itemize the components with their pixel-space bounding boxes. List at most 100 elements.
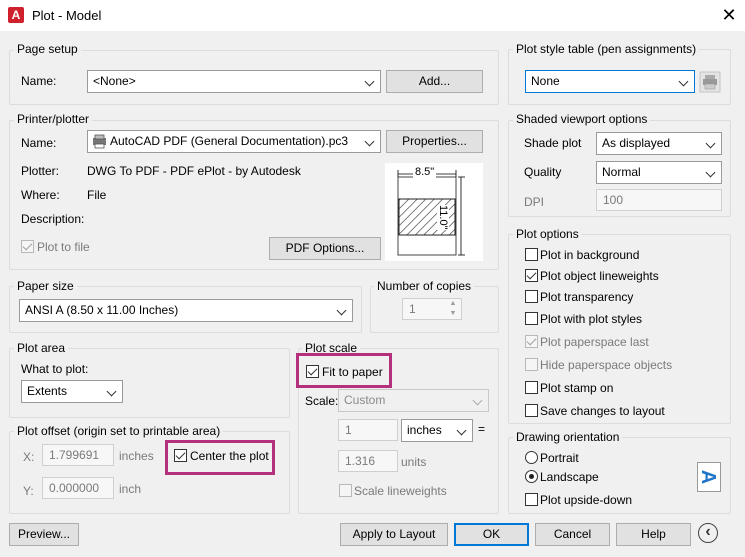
spin-up-icon[interactable]: ▲ (446, 299, 460, 309)
plot-stamp-checkbox[interactable] (525, 381, 538, 394)
apply-to-layout-button[interactable]: Apply to Layout (340, 523, 448, 546)
plot-with-styles-label: Plot with plot styles (540, 312, 643, 326)
scale-units-field[interactable]: 1.316 (338, 450, 398, 472)
plot-options-label: Plot options (513, 227, 582, 241)
properties-button[interactable]: Properties... (386, 130, 483, 153)
chevron-down-icon (106, 381, 118, 402)
cancel-button[interactable]: Cancel (535, 523, 610, 546)
plot-transparency-checkbox[interactable] (525, 290, 538, 303)
help-button[interactable]: Help (616, 523, 691, 546)
plot-paperspace-last-label: Plot paperspace last (540, 335, 649, 349)
plotter-value: DWG To PDF - PDF ePlot - by Autodesk (87, 164, 301, 178)
save-changes-checkbox[interactable] (525, 404, 538, 417)
plot-in-background-label: Plot in background (540, 248, 640, 262)
preview-button[interactable]: Preview... (9, 523, 79, 546)
scale-units-label: units (401, 455, 427, 469)
chevron-down-icon (456, 420, 468, 441)
quality-value: Normal (602, 165, 641, 179)
chevron-down-icon (364, 71, 376, 92)
scale-lineweights-checkbox[interactable] (339, 484, 352, 497)
orientation-preview-icon: A (697, 462, 721, 492)
dpi-label: DPI (524, 195, 545, 209)
hide-paperspace-objects-checkbox[interactable] (525, 358, 538, 371)
upside-down-checkbox[interactable] (525, 493, 538, 506)
offset-x-unit: inches (119, 449, 154, 463)
plot-stamp-label: Plot stamp on (540, 381, 614, 395)
quality-dropdown[interactable]: Normal (596, 161, 722, 184)
ok-button[interactable]: OK (454, 523, 529, 546)
scale-inches-field[interactable]: 1 (338, 419, 398, 441)
offset-y-value: 0.000000 (49, 481, 100, 495)
plot-in-background-checkbox[interactable] (525, 248, 538, 261)
chevron-down-icon (678, 71, 690, 92)
chevron-down-icon (364, 131, 376, 152)
offset-x-label: X: (23, 450, 35, 464)
plot-style-dropdown[interactable]: None (525, 70, 695, 93)
portrait-label: Portrait (540, 451, 579, 465)
plot-object-lineweights-checkbox[interactable] (525, 269, 538, 282)
scale-value: Custom (344, 393, 386, 407)
shade-plot-label: Shade plot (524, 136, 582, 150)
save-changes-label: Save changes to layout (540, 404, 665, 418)
close-icon[interactable]: ✕ (718, 4, 740, 26)
paper-size-value: ANSI A (8.50 x 11.00 Inches) (25, 303, 179, 317)
fit-to-paper-checkbox[interactable] (306, 365, 319, 378)
plot-to-file-checkbox[interactable] (21, 240, 34, 253)
title-bar (0, 0, 745, 31)
spin-down-icon[interactable]: ▼ (446, 309, 460, 319)
orientation-label: Drawing orientation (513, 430, 623, 444)
offset-x-field[interactable]: 1.799691 (42, 444, 114, 466)
copies-label: Number of copies (374, 279, 475, 293)
scale-unit-value: inches (407, 423, 442, 437)
paper-size-label: Paper size (14, 279, 77, 293)
shade-plot-dropdown[interactable]: As displayed (596, 132, 722, 155)
plot-offset-label: Plot offset (origin set to printable are… (14, 424, 224, 438)
fit-to-paper-label: Fit to paper (322, 365, 383, 379)
landscape-label: Landscape (540, 470, 599, 484)
plot-to-file-label: Plot to file (37, 240, 90, 254)
plot-with-styles-checkbox[interactable] (525, 312, 538, 325)
orientation-letter: A (697, 469, 720, 485)
what-to-plot-dropdown[interactable]: Extents (21, 380, 123, 403)
center-plot-checkbox[interactable] (174, 449, 187, 462)
chevron-down-icon (472, 390, 484, 411)
page-setup-label: Page setup (14, 42, 81, 56)
offset-y-unit: inch (119, 482, 142, 496)
scale-dropdown[interactable]: Custom (338, 389, 489, 412)
collapse-options-icon[interactable]: ‹ (698, 523, 718, 543)
dpi-field[interactable]: 100 (596, 189, 722, 211)
copies-value: 1 (409, 302, 416, 316)
plot-area-label: Plot area (14, 341, 69, 355)
printer-name-dropdown[interactable]: AutoCAD PDF (General Documentation).pc3 (87, 130, 381, 153)
offset-x-value: 1.799691 (49, 448, 100, 462)
plot-style-label: Plot style table (pen assignments) (513, 42, 700, 56)
equals-sign: = (478, 422, 486, 436)
plot-style-value: None (531, 74, 560, 88)
scale-inches-value: 1 (345, 423, 352, 437)
edit-plot-style-icon[interactable] (699, 71, 721, 93)
where-label: Where: (21, 188, 60, 202)
preview-height-label: 11.0" (437, 205, 449, 230)
plot-object-lineweights-label: Plot object lineweights (540, 269, 659, 283)
printer-name-value: AutoCAD PDF (General Documentation).pc3 (110, 134, 349, 148)
description-label: Description: (21, 212, 85, 226)
upside-down-label: Plot upside-down (540, 493, 633, 507)
window-title: Plot - Model (32, 8, 102, 23)
plot-paperspace-last-checkbox[interactable] (525, 335, 538, 348)
page-setup-name-dropdown[interactable]: <None> (87, 70, 381, 93)
hide-paperspace-objects-label: Hide paperspace objects (540, 358, 673, 372)
plotter-icon (93, 134, 106, 149)
landscape-radio[interactable] (525, 470, 538, 483)
center-plot-label: Center the plot (190, 449, 269, 463)
what-to-plot-label: What to plot: (21, 362, 89, 376)
paper-size-dropdown[interactable]: ANSI A (8.50 x 11.00 Inches) (19, 299, 353, 322)
scale-unit-dropdown[interactable]: inches (401, 419, 473, 442)
scale-label: Scale: (305, 394, 339, 408)
page-setup-name-label: Name: (21, 74, 57, 88)
portrait-radio[interactable] (525, 451, 538, 464)
add-page-setup-button[interactable]: Add... (386, 70, 483, 93)
scale-units-value: 1.316 (345, 454, 376, 468)
offset-y-field[interactable]: 0.000000 (42, 477, 114, 499)
pdf-options-button[interactable]: PDF Options... (269, 237, 381, 260)
preview-width-label: 8.5" (413, 166, 437, 178)
